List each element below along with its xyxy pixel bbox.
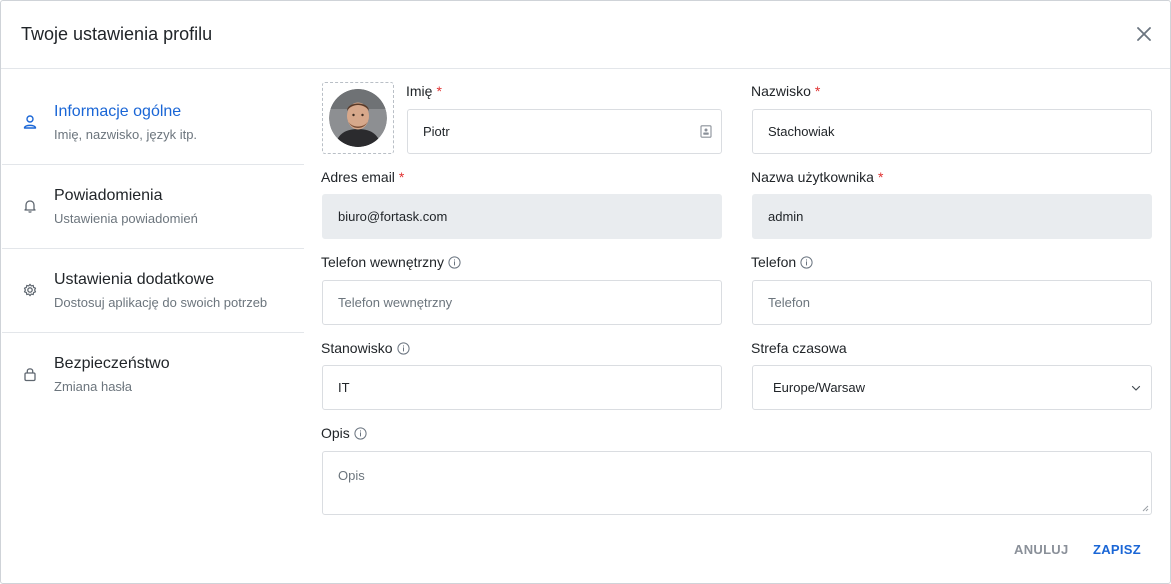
description-label: Opis xyxy=(321,425,367,441)
info-icon[interactable] xyxy=(396,342,410,355)
last-name-label: Nazwisko * xyxy=(751,83,821,99)
contact-card-icon[interactable] xyxy=(700,125,712,138)
sidebar-item-sub: Imię, nazwisko, język itp. xyxy=(54,127,198,142)
phone-label: Telefon xyxy=(751,254,813,270)
avatar xyxy=(329,89,387,147)
sidebar-item-sub: Ustawienia powiadomień xyxy=(54,211,198,226)
cancel-button[interactable]: ANULUJ xyxy=(1014,542,1069,557)
settings-sidebar: Informacje ogólne Imię, nazwisko, język … xyxy=(2,81,304,417)
info-icon[interactable] xyxy=(800,256,813,269)
email-label: Adres email * xyxy=(321,169,405,185)
gear-icon xyxy=(23,283,37,297)
sidebar-item-sub: Dostosuj aplikację do swoich potrzeb xyxy=(54,295,268,310)
sidebar-item-label: Powiadomienia xyxy=(54,187,163,204)
info-icon[interactable] xyxy=(448,256,461,269)
lock-icon xyxy=(24,368,36,382)
phone-input[interactable]: Telefon xyxy=(752,280,1152,325)
required-marker: * xyxy=(877,169,884,185)
dialog-header: Twoje ustawienia profilu xyxy=(1,1,1170,69)
sidebar-item-notifications[interactable]: Powiadomienia Ustawienia powiadomień xyxy=(2,165,304,249)
position-input[interactable]: IT xyxy=(322,365,722,410)
timezone-label: Strefa czasowa xyxy=(751,340,847,356)
avatar-upload[interactable] xyxy=(322,82,394,154)
timezone-select[interactable]: Europe/Warsaw xyxy=(752,365,1152,410)
last-name-input[interactable]: Stachowiak xyxy=(752,109,1152,154)
sidebar-item-label: Informacje ogólne xyxy=(54,103,182,120)
extension-input[interactable]: Telefon wewnętrzny xyxy=(322,280,722,325)
info-icon[interactable] xyxy=(354,427,367,440)
username-input: admin xyxy=(752,194,1152,239)
sidebar-item-security[interactable]: Bezpieczeństwo Zmiana hasła xyxy=(2,333,304,417)
first-name-input[interactable]: Piotr xyxy=(407,109,722,154)
position-label: Stanowisko xyxy=(321,340,410,356)
save-button[interactable]: ZAPISZ xyxy=(1093,542,1141,557)
dialog-title: Twoje ustawienia profilu xyxy=(21,24,213,44)
required-marker: * xyxy=(398,169,405,185)
description-textarea[interactable]: Opis xyxy=(322,451,1152,515)
sidebar-item-label: Ustawienia dodatkowe xyxy=(54,271,215,288)
user-icon xyxy=(23,115,37,129)
profile-settings-dialog: Twoje ustawienia profilu Informacje ogól… xyxy=(0,0,1171,584)
chevron-down-icon xyxy=(1131,385,1141,391)
required-marker: * xyxy=(814,83,821,99)
username-label: Nazwa użytkownika * xyxy=(751,169,884,185)
sidebar-item-sub: Zmiana hasła xyxy=(54,379,133,394)
required-marker: * xyxy=(436,83,442,99)
first-name-label: Imię * xyxy=(406,83,442,99)
extension-label: Telefon wewnętrzny xyxy=(321,254,461,270)
resize-handle-icon[interactable] xyxy=(1141,504,1149,512)
bell-icon xyxy=(24,200,36,213)
sidebar-item-additional[interactable]: Ustawienia dodatkowe Dostosuj aplikację … xyxy=(2,249,304,333)
close-icon[interactable] xyxy=(1133,23,1155,45)
email-input: biuro@fortask.com xyxy=(322,194,722,239)
sidebar-item-label: Bezpieczeństwo xyxy=(54,355,170,372)
sidebar-item-general[interactable]: Informacje ogólne Imię, nazwisko, język … xyxy=(2,81,304,165)
